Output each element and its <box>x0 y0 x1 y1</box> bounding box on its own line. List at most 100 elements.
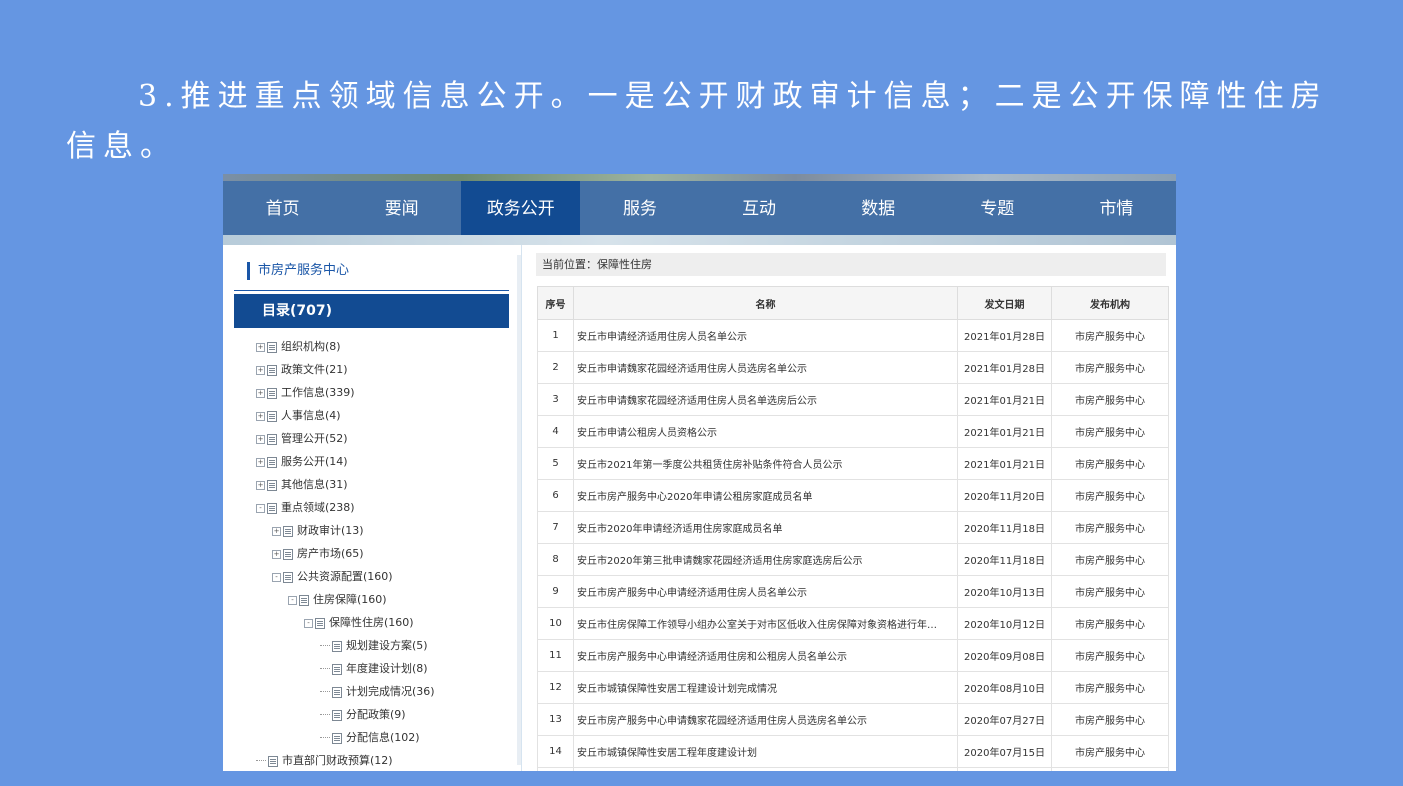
table-row[interactable]: 10 安丘市住房保障工作领导小组办公室关于对市区低收入住房保障对象资格进行年… 20… <box>537 607 1169 640</box>
table-row[interactable]: 8 安丘市2020年第三批申请魏家花园经济适用住房家庭选房后公示 2020年11月1… <box>537 543 1169 576</box>
tree-item[interactable]: 分配信息(102) <box>320 727 420 749</box>
sidebar-title: 市房产服务中心 <box>247 262 349 280</box>
tree-item-label: 保障性住房(160) <box>329 616 414 629</box>
table-row[interactable]: 5 安丘市2021年第一季度公共租赁住房补贴条件符合人员公示 2021年01月21日… <box>537 447 1169 480</box>
tree-item-label: 财政审计(13) <box>297 524 364 537</box>
collapse-icon[interactable]: - <box>256 503 265 513</box>
document-title-link[interactable]: 安丘市房产服务中心申请魏家花园经济适用住房人员选房名单公示 <box>573 703 958 736</box>
document-title-link[interactable]: 安丘市申请经济适用住房人员名单公示 <box>573 319 958 352</box>
table-row[interactable]: 3 安丘市申请魏家花园经济适用住房人员名单选房后公示 2021年01月21日 市房产服… <box>537 383 1169 416</box>
publish-date: 2020年10月12日 <box>957 607 1052 640</box>
table-row[interactable]: 4 安丘市申请公租房人员资格公示 2021年01月21日 市房产服务中心 <box>537 415 1169 448</box>
tree-item[interactable]: - 公共资源配置(160) <box>272 566 393 588</box>
tree-item[interactable]: - 住房保障(160) <box>288 589 387 611</box>
nav-item-news[interactable]: 要闻 <box>342 181 461 235</box>
table-row[interactable]: 1 安丘市申请经济适用住房人员名单公示 2021年01月28日 市房产服务中心 <box>537 319 1169 352</box>
document-title-link[interactable]: 安丘市城镇保障性安居工程建设计划完成情况 <box>573 671 958 704</box>
publisher: 市房产服务中心 <box>1051 671 1169 704</box>
tree-item[interactable]: + 服务公开(14) <box>256 451 348 473</box>
document-title-link[interactable]: 安丘市房产服务中心2020年申请公租房家庭成员名单 <box>573 479 958 512</box>
tree-item[interactable]: + 组织机构(8) <box>256 336 341 358</box>
nav-item-services[interactable]: 服务 <box>580 181 699 235</box>
tree-item[interactable]: 市直部门财政预算(12) <box>256 750 393 771</box>
tree-item[interactable]: + 人事信息(4) <box>256 405 341 427</box>
collapse-icon[interactable]: - <box>288 595 297 605</box>
row-number: 7 <box>537 511 574 544</box>
document-title-link[interactable]: 安丘市房产服务中心申请经济适用住房和公租房人员名单公示 <box>573 639 958 672</box>
nav-item-city-info[interactable]: 市情 <box>1057 181 1176 235</box>
publish-date: 2020年08月10日 <box>957 671 1052 704</box>
expand-icon[interactable]: + <box>272 526 281 536</box>
expand-icon[interactable]: + <box>256 480 265 490</box>
nav-item-gov-affairs[interactable]: 政务公开 <box>461 181 581 235</box>
document-title-link[interactable]: 安丘市2020年申请经济适用住房家庭成员名单 <box>573 511 958 544</box>
tree-item[interactable]: + 其他信息(31) <box>256 474 348 496</box>
document-title-link[interactable]: 安丘市申请公租房人员资格公示 <box>573 415 958 448</box>
document-title-link[interactable]: 安丘市2020年第三批申请魏家花园经济适用住房家庭选房后公示 <box>573 543 958 576</box>
tree-item-label: 规划建设方案(5) <box>346 639 428 652</box>
tree-item[interactable]: + 房产市场(65) <box>272 543 364 565</box>
table-row[interactable]: 9 安丘市房产服务中心申请经济适用住房人员名单公示 2020年10月13日 市房产服务… <box>537 575 1169 608</box>
tree-item[interactable]: - 重点领域(238) <box>256 497 355 519</box>
main-nav: 首页 要闻 政务公开 服务 互动 数据 专题 市情 <box>223 181 1176 235</box>
expand-icon[interactable]: + <box>256 365 265 375</box>
tree-item[interactable]: + 政策文件(21) <box>256 359 348 381</box>
tree-connector <box>320 714 330 716</box>
collapse-icon[interactable]: - <box>304 618 313 628</box>
table-row[interactable]: 13 安丘市房产服务中心申请魏家花园经济适用住房人员选房名单公示 2020年07月2… <box>537 703 1169 736</box>
tree-item[interactable]: 计划完成情况(36) <box>320 681 435 703</box>
table-row[interactable]: 12 安丘市城镇保障性安居工程建设计划完成情况 2020年08月10日 市房产服务中心 <box>537 671 1169 704</box>
banner-image <box>223 174 1176 181</box>
tree-item[interactable]: 年度建设计划(8) <box>320 658 428 680</box>
table-row[interactable]: 6 安丘市房产服务中心2020年申请公租房家庭成员名单 2020年11月20日 市房产… <box>537 479 1169 512</box>
nav-item-interaction[interactable]: 互动 <box>700 181 819 235</box>
document-icon <box>332 640 342 652</box>
document-title-link[interactable]: 安丘市城镇保障性安居工程年度建设计划 <box>573 735 958 768</box>
collapse-icon[interactable]: - <box>272 572 281 582</box>
catalog-header[interactable]: 目录(707) <box>234 294 509 328</box>
document-icon <box>267 433 277 445</box>
document-icon <box>268 755 278 767</box>
document-title-link[interactable]: 安丘市住房保障工作领导小组办公室关于对市区低收入住房保障对象资格进行年… <box>573 607 958 640</box>
tree-item[interactable]: + 工作信息(339) <box>256 382 355 404</box>
main-panel: 当前位置：保障性住房 序号 名称 发文日期 发布机构 1 安丘市申请经济适用住房人… <box>522 245 1176 771</box>
expand-icon[interactable]: + <box>256 434 265 444</box>
nav-item-home[interactable]: 首页 <box>223 181 342 235</box>
publish-date: 2020年07月15日 <box>957 735 1052 768</box>
document-icon <box>267 479 277 491</box>
document-title-link[interactable]: 安丘市申请魏家花园经济适用住房人员名单选房后公示 <box>573 383 958 416</box>
tree-item[interactable]: 分配政策(9) <box>320 704 406 726</box>
document-title-link[interactable]: 安丘市申请魏家花园经济适用住房人员选房名单公示 <box>573 351 958 384</box>
document-icon <box>283 571 293 583</box>
tree-item[interactable]: 规划建设方案(5) <box>320 635 428 657</box>
publisher: 市房产服务中心 <box>1051 575 1169 608</box>
banner-strip <box>223 235 1176 245</box>
document-title-link[interactable]: 安丘市2021年第一季度公共租赁住房补贴条件符合人员公示 <box>573 447 958 480</box>
publisher: 市房产服务中心 <box>1051 511 1169 544</box>
publisher: 市房产服务中心 <box>1051 735 1169 768</box>
sidebar-divider <box>234 290 509 291</box>
nav-item-data[interactable]: 数据 <box>819 181 938 235</box>
table-row[interactable]: 2 安丘市申请魏家花园经济适用住房人员选房名单公示 2021年01月28日 市房产服务… <box>537 351 1169 384</box>
expand-icon[interactable]: + <box>256 342 265 352</box>
table-row[interactable]: 14 安丘市城镇保障性安居工程年度建设计划 2020年07月15日 市房产服务中心 <box>537 735 1169 768</box>
row-number: 9 <box>537 575 574 608</box>
nav-item-topics[interactable]: 专题 <box>938 181 1057 235</box>
table-row[interactable]: 7 安丘市2020年申请经济适用住房家庭成员名单 2020年11月18日 市房产服务中… <box>537 511 1169 544</box>
slide-heading: 3.推进重点领域信息公开。一是公开财政审计信息；二是公开保障性住房信息。 <box>66 79 1328 164</box>
expand-icon[interactable]: + <box>256 457 265 467</box>
expand-icon[interactable]: + <box>256 411 265 421</box>
expand-icon[interactable]: + <box>272 549 281 559</box>
document-title-link[interactable]: 安丘市城镇保障性安居工程规划建设方案 <box>573 767 958 771</box>
tree-item-label: 政策文件(21) <box>281 363 348 376</box>
expand-icon[interactable]: + <box>256 388 265 398</box>
tree-item[interactable]: + 财政审计(13) <box>272 520 364 542</box>
publish-date: 2020年11月20日 <box>957 479 1052 512</box>
table-row[interactable]: 15安丘市城镇保障性安居工程规划建设方案2020年07月15日市房产服务中心 <box>537 767 1169 771</box>
table-row[interactable]: 11 安丘市房产服务中心申请经济适用住房和公租房人员名单公示 2020年09月08日… <box>537 639 1169 672</box>
tree-item[interactable]: - 保障性住房(160) <box>304 612 414 634</box>
tree-connector <box>320 691 330 693</box>
document-title-link[interactable]: 安丘市房产服务中心申请经济适用住房人员名单公示 <box>573 575 958 608</box>
sidebar-scrollbar[interactable] <box>517 255 521 765</box>
tree-item[interactable]: + 管理公开(52) <box>256 428 348 450</box>
